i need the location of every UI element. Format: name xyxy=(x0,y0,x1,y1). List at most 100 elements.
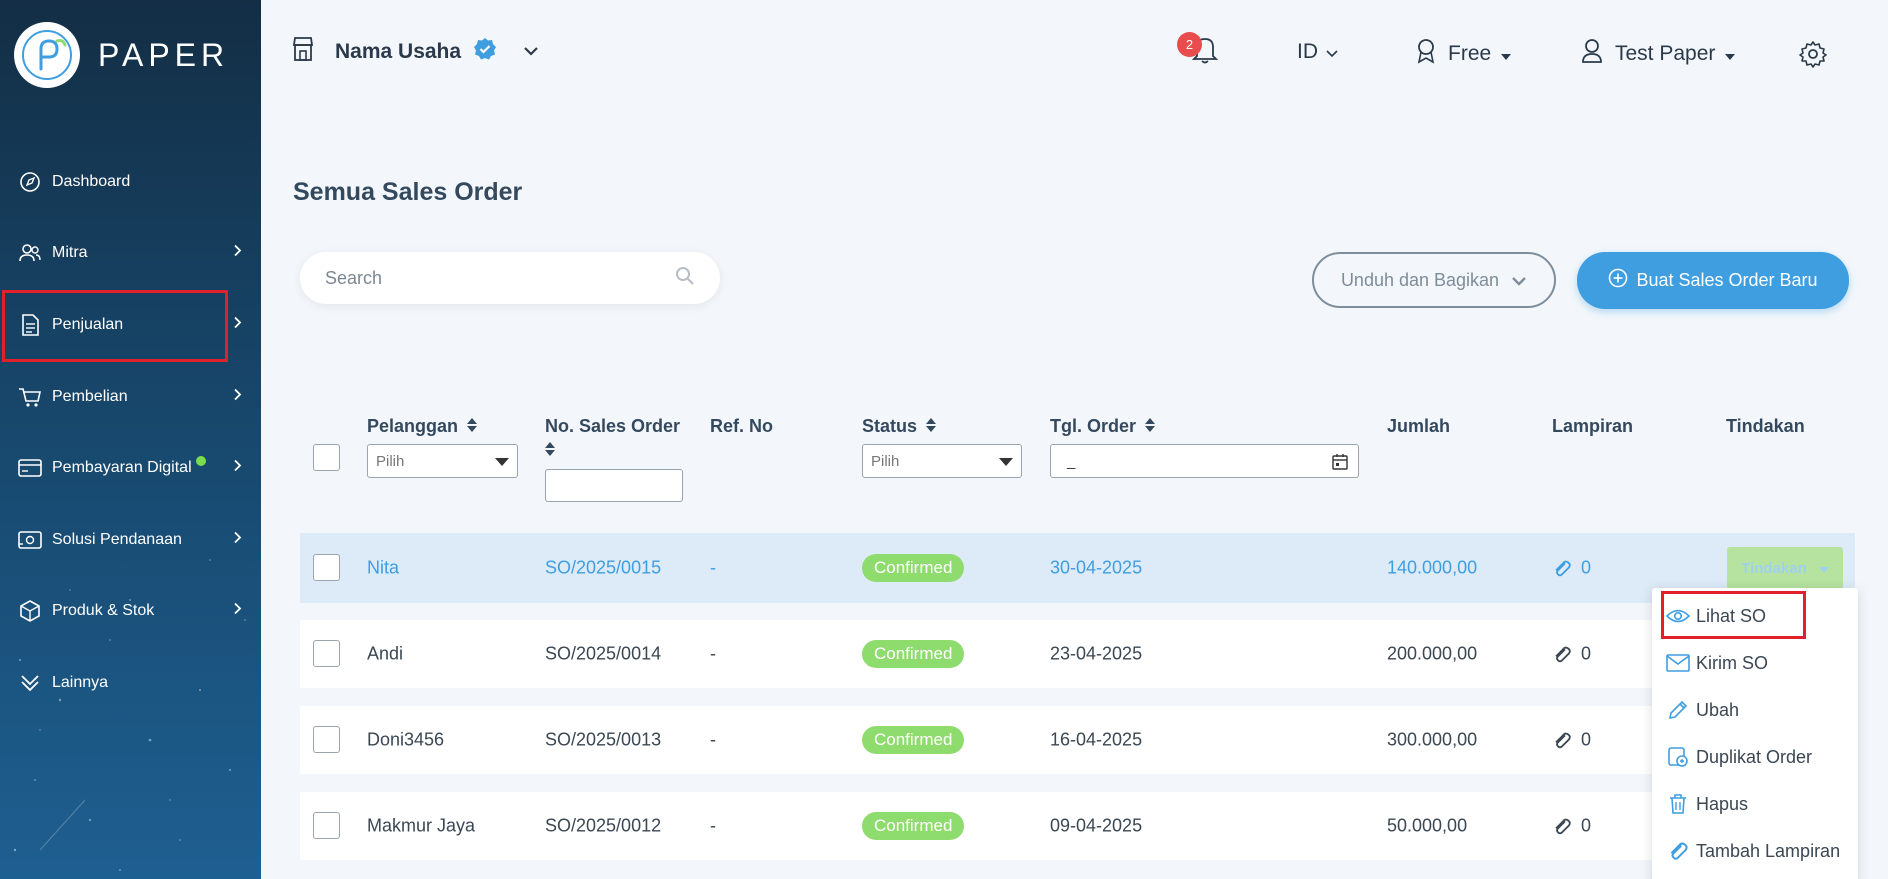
attachment-count: 0 xyxy=(1581,729,1592,750)
status-filter-value: Pilih xyxy=(871,452,900,470)
amount: 300.000,00 xyxy=(1387,729,1478,750)
amount: 200.000,00 xyxy=(1387,643,1478,664)
paperclip-icon xyxy=(1552,557,1572,577)
row-checkbox[interactable] xyxy=(313,812,340,839)
business-selector[interactable]: Nama Usaha xyxy=(291,36,539,67)
table-row[interactable]: Andi SO/2025/0014 - Confirmed 23-04-2025… xyxy=(300,620,1855,688)
sidebar-nav: Dashboard Mitra Penjualan Pembelian Pemb… xyxy=(0,146,261,719)
customer-name[interactable]: Makmur Jaya xyxy=(367,816,475,837)
menu-item-kirim-so[interactable]: Kirim SO xyxy=(1666,651,1768,675)
menu-item-ubah[interactable]: Ubah xyxy=(1666,698,1739,722)
search-icon[interactable] xyxy=(675,266,695,291)
sidebar-item-pembayaran-digital[interactable]: Pembayaran Digital xyxy=(0,432,261,504)
sidebar-item-lainnya[interactable]: Lainnya xyxy=(0,647,261,719)
plus-circle-icon xyxy=(1608,268,1628,293)
mail-icon xyxy=(1666,651,1690,675)
attachment-count: 0 xyxy=(1581,557,1592,578)
sidebar-item-label: Penjualan xyxy=(52,315,124,333)
row-checkbox[interactable] xyxy=(313,640,340,667)
language-selector[interactable]: ID xyxy=(1297,40,1338,64)
notification-badge: 2 xyxy=(1177,32,1202,57)
row-action-menu: Lihat SO Kirim SO Ubah Duplikat Order Ha… xyxy=(1652,588,1858,879)
settings-button[interactable] xyxy=(1799,40,1827,74)
column-header-no-sales-order[interactable]: No. Sales Order xyxy=(545,416,680,462)
attachments[interactable]: 0 xyxy=(1552,729,1591,750)
so-number-link[interactable]: SO/2025/0015 xyxy=(545,558,661,579)
so-number[interactable]: SO/2025/0013 xyxy=(545,730,661,751)
menu-item-tambah-lampiran[interactable]: Tambah Lampiran xyxy=(1666,839,1840,863)
menu-item-label: Kirim SO xyxy=(1696,652,1768,673)
notification-button[interactable]: 2 xyxy=(1177,32,1219,70)
sidebar-item-solusi-pendanaan[interactable]: Solusi Pendanaan xyxy=(0,504,261,576)
chevron-down-icon xyxy=(1511,270,1527,291)
user-menu[interactable]: Test Paper xyxy=(1581,38,1736,70)
menu-item-lihat-so[interactable]: Lihat SO xyxy=(1666,604,1766,628)
no-sales-order-filter[interactable] xyxy=(545,469,683,502)
menu-item-duplikat-order[interactable]: Duplikat Order xyxy=(1666,745,1812,769)
column-header-pelanggan[interactable]: Pelanggan xyxy=(367,416,478,438)
date-range-value: _ xyxy=(1067,452,1076,470)
table-row[interactable]: Nita SO/2025/0015 - Confirmed 30-04-2025… xyxy=(300,533,1855,603)
brand-logo[interactable]: PAPER xyxy=(14,22,229,88)
caret-down-icon xyxy=(1501,42,1512,66)
pelanggan-filter[interactable]: Pilih xyxy=(367,444,518,478)
customer-name[interactable]: Andi xyxy=(367,644,403,665)
chevrons-down-icon xyxy=(18,671,42,695)
column-header-tindakan: Tindakan xyxy=(1726,416,1805,437)
row-checkbox[interactable] xyxy=(313,554,340,581)
status-filter[interactable]: Pilih xyxy=(862,444,1022,478)
column-header-tgl-order[interactable]: Tgl. Order xyxy=(1050,416,1156,438)
chevron-right-icon xyxy=(233,530,243,549)
paperclip-icon xyxy=(1552,729,1572,749)
sort-icon xyxy=(1145,417,1156,438)
sidebar-item-produk-stok[interactable]: Produk & Stok xyxy=(0,576,261,648)
create-sales-order-button[interactable]: Buat Sales Order Baru xyxy=(1577,252,1849,309)
date-range-filter[interactable]: _ xyxy=(1050,444,1359,478)
sidebar-item-dashboard[interactable]: Dashboard xyxy=(0,146,261,218)
row-actions-button[interactable]: Tindakan xyxy=(1727,547,1843,589)
select-all-checkbox[interactable] xyxy=(313,444,340,471)
paper-logo-icon xyxy=(14,22,80,88)
ref-no: - xyxy=(710,815,716,836)
plan-selector[interactable]: Free xyxy=(1416,38,1512,70)
so-number[interactable]: SO/2025/0014 xyxy=(545,644,661,665)
attachments[interactable]: 0 xyxy=(1552,557,1591,578)
status-badge: Confirmed xyxy=(862,812,965,840)
table-row[interactable]: Makmur Jaya SO/2025/0012 - Confirmed 09-… xyxy=(300,792,1855,860)
so-number[interactable]: SO/2025/0012 xyxy=(545,816,661,837)
table-row[interactable]: Doni3456 SO/2025/0013 - Confirmed 16-04-… xyxy=(300,706,1855,774)
status-badge: Confirmed xyxy=(862,640,965,668)
menu-item-label: Ubah xyxy=(1696,699,1740,720)
download-share-button[interactable]: Unduh dan Bagikan xyxy=(1312,252,1556,308)
attachments[interactable]: 0 xyxy=(1552,815,1591,836)
document-icon xyxy=(18,313,42,337)
order-date: 23-04-2025 xyxy=(1050,643,1143,664)
sidebar-item-penjualan[interactable]: Penjualan xyxy=(0,289,261,361)
sidebar-item-mitra[interactable]: Mitra xyxy=(0,218,261,290)
calendar-icon xyxy=(1332,453,1348,474)
menu-item-label: Hapus xyxy=(1696,793,1749,814)
sidebar-item-pembelian[interactable]: Pembelian xyxy=(0,361,261,433)
attachment-count: 0 xyxy=(1581,643,1592,664)
row-checkbox[interactable] xyxy=(313,726,340,753)
attachments[interactable]: 0 xyxy=(1552,643,1591,664)
verified-icon xyxy=(473,37,497,66)
award-icon xyxy=(1416,38,1436,70)
new-indicator-dot xyxy=(195,456,206,467)
column-header-label: No. Sales Order xyxy=(545,416,681,436)
chevron-right-icon xyxy=(233,459,243,478)
menu-item-hapus[interactable]: Hapus xyxy=(1666,792,1748,816)
sort-icon xyxy=(926,417,937,438)
search-input[interactable] xyxy=(325,267,675,289)
sidebar: PAPER Dashboard Mitra Penjualan Pembelia… xyxy=(0,0,261,879)
customer-name[interactable]: Doni3456 xyxy=(367,730,444,751)
business-name: Nama Usaha xyxy=(335,39,462,63)
column-header-status[interactable]: Status xyxy=(862,416,937,438)
sort-icon xyxy=(545,441,555,462)
eye-icon xyxy=(1666,604,1690,628)
chevron-right-icon xyxy=(233,602,243,621)
caret-down-icon xyxy=(1818,560,1829,577)
customer-link[interactable]: Nita xyxy=(367,558,399,579)
order-date: 30-04-2025 xyxy=(1050,557,1143,578)
sidebar-item-label: Dashboard xyxy=(52,172,131,190)
